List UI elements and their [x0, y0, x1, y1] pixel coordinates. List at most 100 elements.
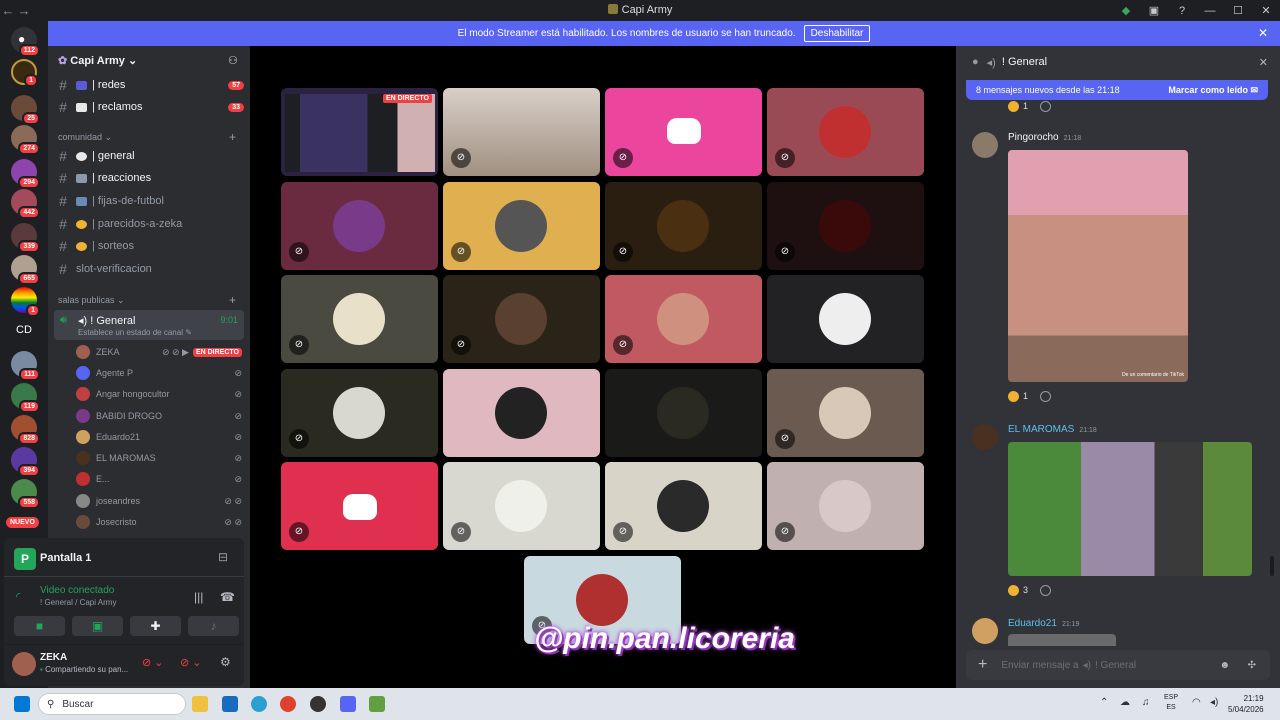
mark-as-read-button[interactable]: Marcar como leído ✉ [1168, 85, 1258, 96]
voice-member[interactable]: joseandres ⊘ ⊘ [76, 491, 242, 511]
server-icon[interactable]: 1 [11, 59, 38, 87]
message-author[interactable]: Eduardo21 21:19 [1008, 618, 1079, 629]
message-author[interactable]: EL MAROMAS 21:18 [1008, 424, 1097, 435]
language-indicator[interactable]: ESP ES [1164, 693, 1178, 713]
message-author[interactable]: Pingorocho 21:18 [1008, 132, 1081, 143]
add-friend-icon[interactable]: ⚇ [228, 54, 238, 67]
video-tile[interactable]: ⊘ [281, 182, 438, 270]
server-icon[interactable]: 111 [11, 351, 40, 381]
avatar[interactable] [972, 132, 998, 158]
disable-streamer-button[interactable]: Deshabilitar [803, 25, 871, 42]
channel-reclamos[interactable]: # | reclamos 33 [54, 97, 244, 117]
popout-icon[interactable]: ⊟ [218, 550, 228, 564]
maximize-button[interactable]: ☐ [1224, 4, 1252, 17]
video-tile[interactable]: ⊘ [605, 462, 762, 550]
screen-share-button[interactable]: ▣ [72, 616, 123, 636]
voice-member[interactable]: Agente P ⊘ [76, 363, 242, 383]
video-tile[interactable]: ⊘ [605, 275, 762, 363]
help-icon[interactable]: ? [1168, 5, 1196, 17]
video-tile[interactable]: ⊘ [443, 275, 600, 363]
windows-start-icon[interactable] [14, 696, 30, 712]
video-tile[interactable]: ⊘ [767, 182, 924, 270]
video-tile-stream[interactable]: EN DIRECTO [281, 88, 438, 176]
edge-icon[interactable] [251, 696, 267, 712]
server-header[interactable]: ✿ Capi Army ⌄ [58, 54, 137, 67]
voice-member[interactable]: BABIDI DROGO ⊘ [76, 406, 242, 426]
camera-button[interactable]: ■ [14, 616, 65, 636]
taskbar-search[interactable]: ⚲ Buscar [38, 693, 186, 715]
apps-icon[interactable]: ✣ [1248, 660, 1256, 671]
nitro-icon[interactable]: ◆ [1112, 4, 1140, 17]
voice-member[interactable]: Eduardo21 ⊘ [76, 427, 242, 447]
video-tile[interactable]: ⊘ [605, 88, 762, 176]
voice-member[interactable]: Angar hongocultor ⊘ [76, 384, 242, 404]
app-icon[interactable] [369, 696, 385, 712]
voice-member[interactable]: EL MAROMAS ⊘ [76, 448, 242, 468]
reaction[interactable]: 1 [1008, 98, 1052, 114]
channel-redes[interactable]: # | redes 57 [54, 75, 244, 95]
scrollbar[interactable] [1270, 556, 1274, 576]
voice-member[interactable]: Josecristo ⊘ ⊘ [76, 512, 242, 532]
channel-general[interactable]: # | general [54, 146, 244, 166]
signal-icon[interactable]: ◜ [16, 590, 20, 603]
close-window-button[interactable]: ✕ [1252, 4, 1280, 17]
minimize-button[interactable]: — [1196, 5, 1224, 17]
channel-slot-verificacion[interactable]: # slot-verificacion [54, 259, 244, 279]
message-image[interactable] [1008, 634, 1116, 646]
add-reaction-icon[interactable] [1040, 100, 1052, 112]
soundboard-button[interactable]: ♪ [188, 616, 239, 636]
message-image[interactable]: De un comentario de TikTok [1008, 150, 1188, 382]
reaction[interactable]: 1 [1008, 388, 1052, 404]
activities-button[interactable]: ✚ [130, 616, 181, 636]
store-icon[interactable] [222, 696, 238, 712]
avatar[interactable] [972, 618, 998, 644]
channel-sorteos[interactable]: # | sorteos [54, 236, 244, 256]
video-tile[interactable]: ⊘ [281, 275, 438, 363]
video-tile[interactable]: ⊘ [767, 462, 924, 550]
network-icon[interactable]: ☁ [1120, 697, 1130, 708]
server-icon[interactable]: 274 [11, 125, 40, 155]
video-tile[interactable]: ⊘ [443, 462, 600, 550]
voice-member[interactable]: ZEKA ⊘ ⊘ ▶ EN DIRECTO [76, 342, 242, 362]
message-input[interactable]: + Enviar mensaje a ◂) ǃ General ☻ ✣ [966, 650, 1270, 680]
video-tile[interactable] [605, 369, 762, 457]
add-channel-icon[interactable]: + [229, 130, 236, 144]
mute-mic-icon[interactable]: ⊘ ⌄ [142, 656, 164, 669]
server-icon[interactable]: 25 [11, 95, 40, 125]
chevron-up-icon[interactable]: ⌃ [1100, 697, 1108, 708]
inbox-icon[interactable]: ▣ [1140, 4, 1168, 17]
discord-taskbar-icon[interactable] [340, 696, 356, 712]
obs-icon[interactable] [310, 696, 326, 712]
add-reaction-icon[interactable] [1040, 390, 1052, 402]
server-icon[interactable]: 442 [11, 189, 40, 219]
channel-fijas-de-futbol[interactable]: # | fijas-de-futbol [54, 191, 244, 211]
video-tile[interactable]: ⊘ [767, 369, 924, 457]
video-tile[interactable] [443, 369, 600, 457]
clock[interactable]: 21:19 5/04/2026 [1228, 693, 1264, 715]
voice-member[interactable]: E... ⊘ [76, 469, 242, 489]
video-tile[interactable]: ⊘ [281, 369, 438, 457]
channel-status-prompt[interactable]: Establece un estado de canal ✎ [78, 328, 192, 337]
server-icon[interactable]: 119 [11, 383, 40, 413]
channel-parecidos-a-zeka[interactable]: # | parecidos-a-zeka [54, 214, 244, 234]
server-icon[interactable]: 294 [11, 159, 40, 189]
server-icon[interactable]: 394 [11, 447, 40, 477]
voice-channel-general[interactable]: 🔊︎ ◂) ǃ General 9:01 Establece un estado… [54, 310, 244, 340]
message-image[interactable] [1008, 442, 1252, 576]
server-icon[interactable]: 1 [11, 287, 40, 317]
wifi-icon[interactable]: ◠ [1192, 697, 1201, 708]
new-messages-bar[interactable]: 8 mensajes nuevos desde las 21:18 Marcar… [966, 80, 1268, 100]
server-icon[interactable]: 665 [11, 255, 40, 285]
direct-messages-icon[interactable]: ● 112 [11, 27, 40, 57]
file-explorer-icon[interactable] [192, 696, 208, 712]
chrome-icon[interactable] [280, 696, 296, 712]
attach-plus-icon[interactable]: + [978, 656, 987, 674]
server-icon[interactable]: 828 [11, 415, 40, 445]
add-reaction-icon[interactable] [1040, 584, 1052, 596]
video-tile[interactable]: ⊘ [767, 88, 924, 176]
channel-reacciones[interactable]: # | reacciones [54, 168, 244, 188]
avatar[interactable] [972, 424, 998, 450]
avatar[interactable] [12, 652, 36, 676]
video-tile[interactable] [767, 275, 924, 363]
deafen-icon[interactable]: ⊘ ⌄ [180, 656, 202, 669]
